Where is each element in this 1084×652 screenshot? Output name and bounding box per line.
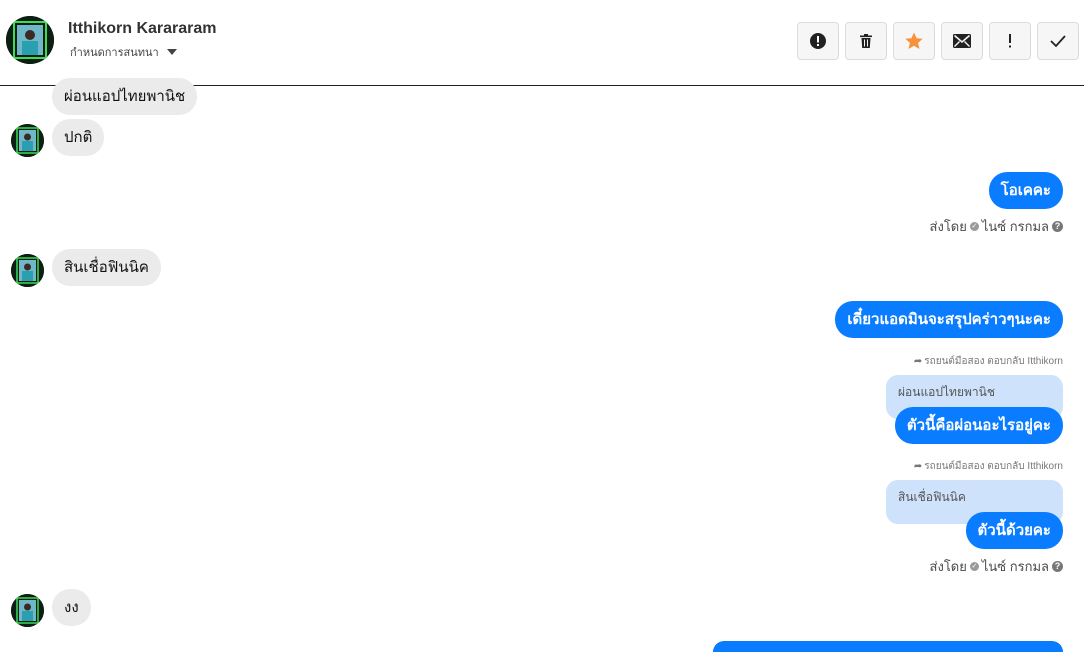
outgoing-message[interactable]: เดี๋ยวแอดมินจะสรุปคร่าวๆนะคะ [835, 301, 1063, 338]
sender-name: ไนซ์ กรกมล [981, 559, 1049, 574]
conversation-assign-dropdown[interactable]: กำหนดการสนทนา [70, 43, 177, 61]
help-icon[interactable]: ? [1052, 561, 1063, 572]
sent-by-label: ส่งโดย [929, 559, 967, 574]
reply-indicator: ➦ รถยนต์มือสอง ตอบกลับ Itthikorn [914, 354, 1063, 369]
check-circle-icon: ✓ [969, 222, 979, 231]
incoming-message[interactable]: ปกติ [52, 119, 105, 156]
contact-name[interactable]: Itthikorn Karararam [68, 20, 217, 38]
sent-by-label: ส่งโดย [929, 219, 967, 234]
conversation-header: Itthikorn Karararam กำหนดการสนทนา [0, 0, 1084, 86]
exclamation-icon [1009, 34, 1011, 48]
outgoing-message[interactable]: ตัวนี้คือผ่อนอะไรอยู่คะ [894, 407, 1063, 444]
outgoing-message[interactable]: ตัวนี้ด้วยคะ [965, 512, 1063, 549]
outgoing-message-partial[interactable] [713, 641, 1063, 652]
contact-avatar[interactable] [6, 16, 54, 64]
sent-by-info: ส่งโดย ✓ ไนซ์ กรกมล ? [930, 216, 1063, 237]
report-button[interactable] [797, 22, 839, 60]
sent-by-info: ส่งโดย ✓ ไนซ์ กรกมล ? [930, 556, 1063, 577]
check-icon [1050, 35, 1066, 48]
delete-button[interactable] [845, 22, 887, 60]
outgoing-message[interactable]: โอเคคะ [988, 172, 1063, 209]
reply-indicator: ➦ รถยนต์มือสอง ตอบกลับ Itthikorn [914, 459, 1063, 474]
reply-arrow-icon: ➦ [913, 461, 923, 472]
incoming-message[interactable]: งง [52, 589, 91, 626]
envelope-icon [953, 34, 971, 48]
reply-arrow-icon: ➦ [913, 356, 923, 367]
conversation-assign-label: กำหนดการสนทนา [70, 47, 159, 59]
incoming-message[interactable]: ผ่อนแอปไทยพานิช [52, 78, 198, 115]
contact-avatar [11, 594, 44, 627]
alert-circle-icon [810, 33, 826, 49]
important-button[interactable] [989, 22, 1031, 60]
trash-icon [860, 34, 872, 48]
contact-avatar [11, 254, 44, 287]
mail-button[interactable] [941, 22, 983, 60]
done-button[interactable] [1037, 22, 1079, 60]
star-button[interactable] [893, 22, 935, 60]
check-circle-icon: ✓ [969, 562, 979, 571]
caret-down-icon [166, 49, 177, 55]
contact-avatar [11, 124, 44, 157]
incoming-message[interactable]: สินเชื่อฟินนิค [52, 249, 161, 286]
reply-label: รถยนต์มือสอง ตอบกลับ Itthikorn [924, 356, 1063, 367]
star-icon [905, 32, 923, 49]
help-icon[interactable]: ? [1052, 221, 1063, 232]
reply-label: รถยนต์มือสอง ตอบกลับ Itthikorn [924, 461, 1063, 472]
sender-name: ไนซ์ กรกมล [981, 219, 1049, 234]
